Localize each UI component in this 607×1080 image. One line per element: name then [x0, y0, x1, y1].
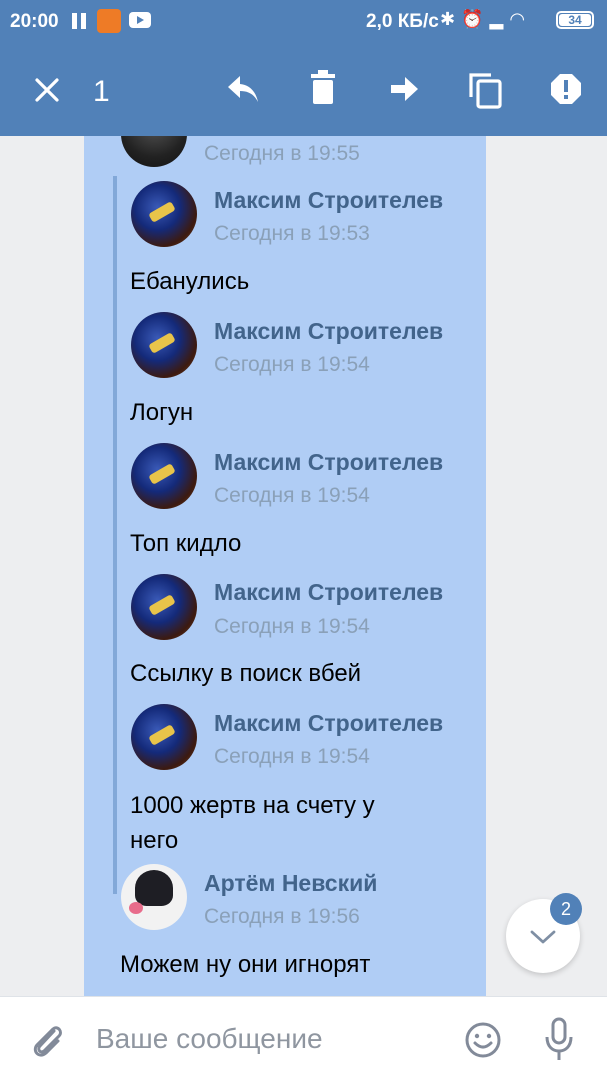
avatar[interactable] — [131, 181, 197, 247]
youtube-icon — [129, 12, 151, 28]
close-icon[interactable] — [34, 77, 60, 103]
bluetooth-icon: ✱ — [440, 9, 462, 29]
message-text: Можем ну они игнорят — [120, 951, 371, 978]
message-text: Логун — [130, 399, 194, 426]
copy-icon[interactable] — [467, 71, 503, 109]
report-icon[interactable] — [550, 73, 582, 105]
chevron-down-icon — [530, 930, 556, 944]
message-text: Ссылку в поиск вбей — [130, 660, 362, 687]
avatar[interactable] — [131, 443, 197, 509]
avatar[interactable] — [121, 864, 187, 930]
selected-count: 1 — [93, 75, 110, 108]
author-name[interactable]: Максим Строителев — [214, 710, 443, 737]
forwarded-quote-bar — [113, 176, 117, 894]
system-icons: ✱⏰▂◠ — [440, 9, 531, 30]
battery-icon: 34 — [556, 11, 594, 29]
message-text: Топ кидло — [130, 530, 242, 557]
wifi-icon: ◠ — [509, 9, 532, 29]
message-text: него — [130, 827, 179, 854]
reply-icon[interactable] — [226, 74, 260, 104]
delete-icon[interactable] — [310, 70, 336, 106]
message-time: Сегодня в 19:54 — [214, 484, 370, 507]
message-input[interactable] — [96, 1023, 446, 1055]
network-speed: 2,0 КБ/с — [366, 11, 439, 32]
status-time: 20:00 — [10, 11, 59, 32]
author-name[interactable]: Максим Строителев — [214, 449, 443, 476]
chat-history[interactable]: Сегодня в 19:55 Максим Строителев Сегодн… — [0, 136, 607, 996]
pause-icon — [72, 13, 86, 29]
forward-icon[interactable] — [389, 75, 419, 103]
message-text: Ебанулись — [130, 268, 250, 295]
avatar[interactable] — [131, 704, 197, 770]
unread-badge: 2 — [550, 893, 582, 925]
avatar[interactable] — [131, 312, 197, 378]
odnoklassniki-icon — [97, 9, 121, 33]
message-time: Сегодня в 19:53 — [214, 222, 370, 245]
message-time: Сегодня в 19:54 — [214, 353, 370, 376]
author-name[interactable]: Артём Невский — [204, 870, 377, 897]
message-time: Сегодня в 19:54 — [214, 745, 370, 768]
author-name[interactable]: Максим Строителев — [214, 187, 443, 214]
alarm-icon: ⏰ — [461, 9, 490, 29]
emoji-icon[interactable] — [464, 1021, 502, 1059]
message-time: Сегодня в 19:56 — [204, 905, 360, 928]
signal-icon: ▂ — [489, 9, 510, 29]
author-name[interactable]: Максим Строителев — [214, 579, 443, 606]
message-time: Сегодня в 19:55 — [204, 142, 360, 165]
battery-level: 34 — [559, 14, 591, 26]
selection-action-bar: 1 — [0, 44, 607, 136]
status-bar: 20:00 2,0 КБ/с ✱⏰▂◠ 34 — [0, 0, 607, 44]
microphone-icon[interactable] — [543, 1017, 575, 1063]
attach-icon[interactable] — [28, 1021, 68, 1061]
message-time: Сегодня в 19:54 — [214, 615, 370, 638]
author-name[interactable]: Максим Строителев — [214, 318, 443, 345]
message-text: 1000 жертв на счету у — [130, 792, 375, 819]
avatar[interactable] — [131, 574, 197, 640]
message-composer — [0, 996, 607, 1080]
top-bar: 20:00 2,0 КБ/с ✱⏰▂◠ 34 1 — [0, 0, 607, 136]
